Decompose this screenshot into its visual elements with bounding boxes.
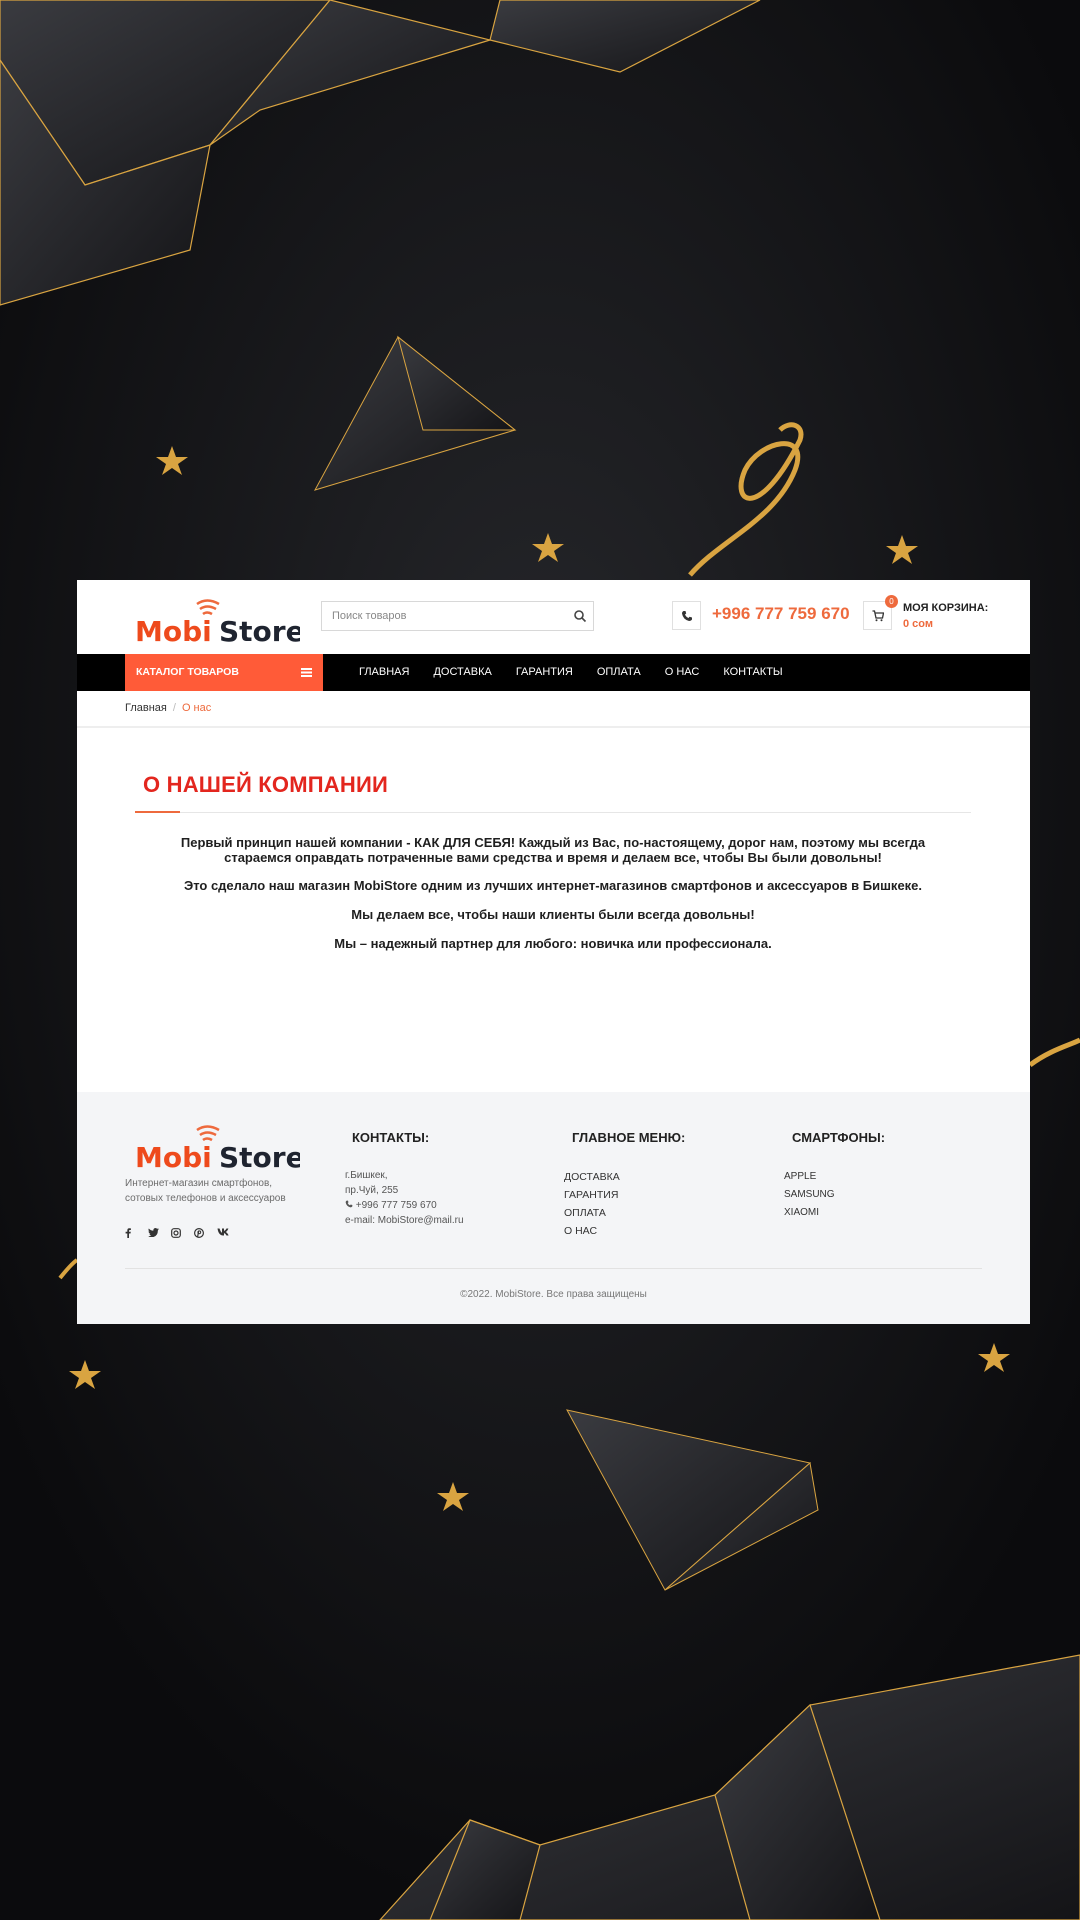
footer-description: Интернет-магазин смартфонов, сотовых тел…: [125, 1176, 315, 1206]
title-accent-line: [135, 811, 180, 813]
footer-smartphones-title: СМАРТФОНЫ:: [792, 1130, 886, 1145]
footer-menu-about[interactable]: О НАС: [564, 1222, 620, 1240]
footer-menu-payment[interactable]: ОПЛАТА: [564, 1204, 620, 1222]
cart-count-badge: 0: [885, 595, 898, 608]
footer-divider: [125, 1268, 982, 1269]
nav-item-warranty[interactable]: ГАРАНТИЯ: [516, 654, 573, 691]
pinterest-icon[interactable]: [193, 1227, 216, 1240]
list-icon: [301, 668, 312, 677]
footer-city: г.Бишкек,: [345, 1170, 388, 1181]
vk-icon[interactable]: [217, 1228, 239, 1240]
footer-menu-delivery[interactable]: ДОСТАВКА: [564, 1168, 620, 1186]
footer-brands: APPLE SAMSUNG XIAOMI: [784, 1168, 835, 1222]
footer-menu-warranty[interactable]: ГАРАНТИЯ: [564, 1186, 620, 1204]
svg-text:Mobi: Mobi: [135, 1141, 212, 1174]
about-paragraph-1a: Первый принцип нашей компании - КАК ДЛЯ …: [180, 835, 926, 850]
breadcrumb-divider: [77, 726, 1030, 728]
breadcrumb-separator: /: [172, 702, 176, 714]
footer-brand-xiaomi[interactable]: XIAOMI: [784, 1204, 835, 1222]
search-icon[interactable]: [573, 609, 587, 623]
breadcrumb-home[interactable]: Главная: [125, 702, 167, 714]
title-divider: [135, 812, 971, 813]
nav-item-about[interactable]: О НАС: [665, 654, 700, 691]
svg-text:Store: Store: [219, 1141, 300, 1174]
footer-logo[interactable]: Mobi Store: [135, 1124, 300, 1176]
footer-description-line-2: сотовых телефонов и аксессуаров: [125, 1193, 286, 1204]
footer-contacts-title: КОНТАКТЫ:: [352, 1130, 430, 1145]
about-paragraph-3: Мы делаем все, чтобы наши клиенты были в…: [351, 907, 755, 922]
nav-item-delivery[interactable]: ДОСТАВКА: [433, 654, 491, 691]
about-paragraph-4: Мы – надежный партнер для любого: новичк…: [334, 936, 772, 951]
footer-phone-row: +996 777 759 670: [345, 1198, 464, 1213]
svg-text:Mobi: Mobi: [135, 615, 212, 648]
cart-icon: [872, 610, 884, 622]
search-box: [321, 601, 594, 631]
footer-brand-apple[interactable]: APPLE: [784, 1168, 835, 1186]
breadcrumb: Главная / О нас: [125, 702, 211, 714]
footer-menu-title: ГЛАВНОЕ МЕНЮ:: [572, 1130, 686, 1145]
instagram-icon[interactable]: [171, 1228, 193, 1240]
page-card: Mobi Store +996 777 759 670 0 МОЯ КОРЗИН…: [77, 580, 1030, 1324]
header-phone-number[interactable]: +996 777 759 670: [712, 604, 850, 624]
phone-button[interactable]: [672, 601, 701, 630]
main-nav: КАТАЛОГ ТОВАРОВ ГЛАВНАЯ ДОСТАВКА ГАРАНТИ…: [77, 654, 1030, 691]
nav-item-payment[interactable]: ОПЛАТА: [597, 654, 641, 691]
footer-email[interactable]: e-mail: MobiStore@mail.ru: [345, 1213, 464, 1228]
breadcrumb-current: О нас: [181, 702, 212, 714]
footer-contacts: г.Бишкек, пр.Чуй, 255 +996 777 759 670 e…: [345, 1168, 464, 1228]
site-footer: Mobi Store Интернет-магазин смартфонов, …: [77, 1092, 1030, 1324]
page-title: О НАШЕЙ КОМПАНИИ: [143, 772, 388, 797]
footer-brand-samsung[interactable]: SAMSUNG: [784, 1186, 835, 1204]
search-input[interactable]: [322, 602, 562, 630]
nav-items: ГЛАВНАЯ ДОСТАВКА ГАРАНТИЯ ОПЛАТА О НАС К…: [359, 654, 807, 691]
site-header: Mobi Store +996 777 759 670 0 МОЯ КОРЗИН…: [77, 580, 1030, 654]
copyright: ©2022. MobiStore. Все права защищены: [460, 1289, 647, 1300]
about-paragraph-1b: стараемся оправдать потраченные вами сре…: [224, 850, 882, 865]
mobistore-logo[interactable]: Mobi Store: [135, 590, 300, 648]
footer-street: пр.Чуй, 255: [345, 1185, 399, 1196]
svg-text:Store: Store: [219, 615, 300, 648]
social-links: [125, 1227, 240, 1240]
footer-menu: ДОСТАВКА ГАРАНТИЯ ОПЛАТА О НАС: [564, 1168, 620, 1240]
cart-sum: 0 сом: [903, 618, 934, 630]
about-paragraph-2: Это сделало наш магазин MobiStore одним …: [183, 878, 923, 893]
footer-description-line-1: Интернет-магазин смартфонов,: [125, 1178, 273, 1189]
nav-item-contacts[interactable]: КОНТАКТЫ: [723, 654, 782, 691]
facebook-icon[interactable]: [125, 1228, 147, 1240]
nav-item-home[interactable]: ГЛАВНАЯ: [359, 654, 409, 691]
phone-icon: [345, 1200, 353, 1208]
catalog-button[interactable]: КАТАЛОГ ТОВАРОВ: [125, 654, 323, 691]
cart-title[interactable]: МОЯ КОРЗИНА:: [903, 602, 988, 614]
phone-icon: [682, 611, 692, 621]
catalog-label: КАТАЛОГ ТОВАРОВ: [136, 666, 239, 678]
twitter-icon[interactable]: [148, 1228, 170, 1240]
footer-phone[interactable]: +996 777 759 670: [356, 1200, 437, 1211]
